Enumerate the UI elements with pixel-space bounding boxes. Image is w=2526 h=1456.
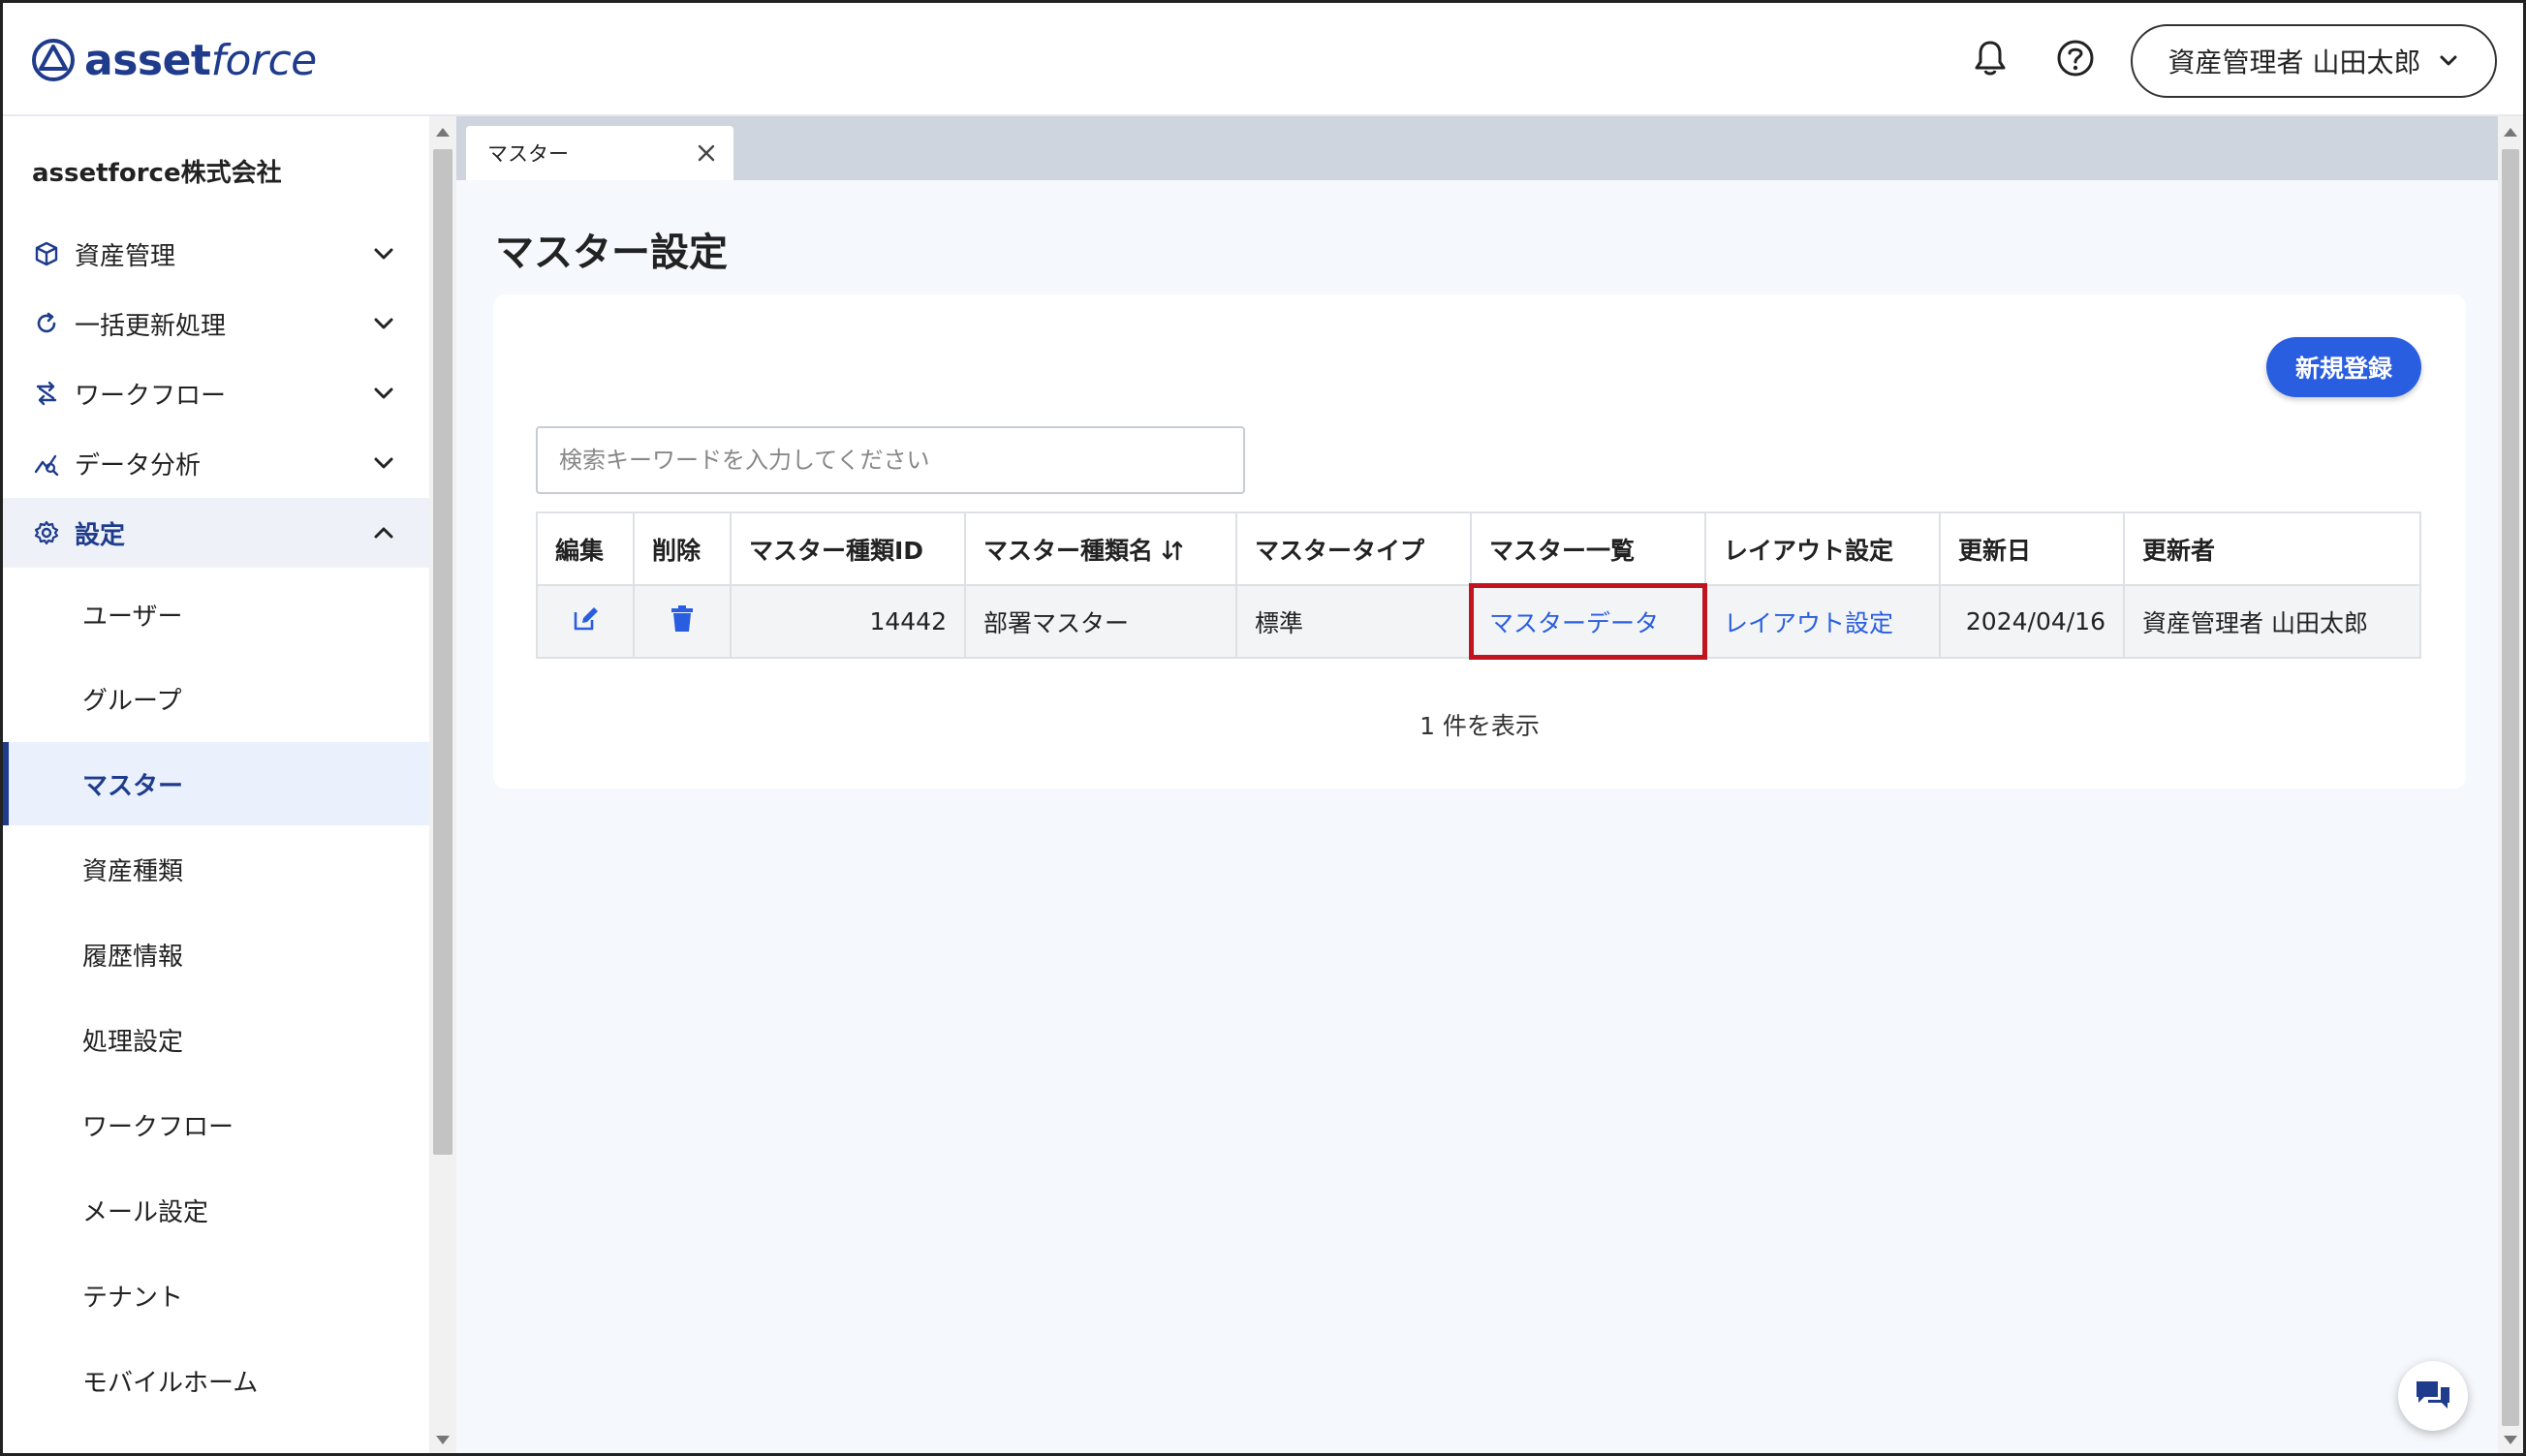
trash-icon[interactable]	[670, 604, 695, 634]
app-logo[interactable]: assetforce	[30, 32, 317, 88]
edit-cell	[536, 584, 635, 659]
scroll-up-arrow-icon[interactable]	[436, 128, 450, 137]
scroll-up-arrow-icon[interactable]	[2504, 128, 2517, 137]
new-register-button[interactable]: 新規登録	[2266, 337, 2421, 397]
user-menu-button[interactable]: 資産管理者 山田太郎	[2131, 24, 2497, 98]
sidebar-item-data-analysis[interactable]: データ分析	[3, 428, 429, 498]
scroll-down-arrow-icon[interactable]	[2504, 1436, 2517, 1444]
scrollbar-thumb[interactable]	[2502, 149, 2519, 1426]
chevron-down-icon	[2440, 55, 2457, 66]
main-scrollbar[interactable]	[2498, 116, 2523, 1453]
main-content: マスター マスター設定 新規登録 編集 削除 マスター種類ID マスター種類名	[456, 116, 2498, 1453]
help-icon[interactable]	[2053, 36, 2098, 80]
tab-bar: マスター	[456, 116, 2498, 180]
scroll-down-arrow-icon[interactable]	[436, 1436, 450, 1444]
col-layout-settings: レイアウト設定	[1704, 511, 1941, 586]
master-table: 編集 削除 マスター種類ID マスター種類名 マスタータイプ マスター一覧 レイ…	[536, 511, 2421, 660]
sidebar: assetforce株式会社 資産管理 一括更新処理 ワークフロー データ分析 …	[3, 116, 429, 1453]
sidebar-subitem-master[interactable]: マスター	[3, 742, 429, 825]
gear-icon	[32, 518, 61, 547]
sidebar-subitem-asset-type[interactable]: 資産種類	[3, 827, 429, 911]
refresh-icon	[32, 309, 61, 338]
search-input[interactable]	[536, 426, 1245, 494]
master-list-cell: マスターデータ	[1469, 583, 1707, 660]
col-edit: 編集	[536, 511, 635, 586]
result-count: 1 件を表示	[1419, 712, 1540, 740]
sidebar-scrollbar[interactable]	[429, 116, 456, 1453]
col-master-type-name[interactable]: マスター種類名	[964, 511, 1237, 586]
sidebar-subitem-user[interactable]: ユーザー	[3, 573, 429, 656]
chevron-down-icon	[374, 387, 393, 399]
sort-icon[interactable]	[1161, 539, 1184, 562]
sidebar-subitem-workflow[interactable]: ワークフロー	[3, 1083, 429, 1166]
notification-bell-icon[interactable]	[1968, 36, 2012, 80]
updater-name: 資産管理者 山田太郎	[2123, 584, 2421, 659]
table-row: 14442 部署マスター 標準 マスターデータ レイアウト設定 2024/04/…	[536, 583, 2421, 660]
chat-icon	[2417, 1381, 2449, 1409]
col-delete: 削除	[633, 511, 732, 586]
app-window: assetforce 資産管理者 山田太郎 assetforce株式会社 資産管…	[0, 0, 2526, 1456]
col-updated-date: 更新日	[1939, 511, 2125, 586]
col-updater: 更新者	[2123, 511, 2421, 586]
sidebar-subitem-mobile-home[interactable]: モバイルホーム	[3, 1339, 429, 1422]
col-master-type: マスタータイプ	[1235, 511, 1472, 586]
scrollbar-thumb[interactable]	[433, 149, 452, 1155]
tab-master[interactable]: マスター	[466, 126, 733, 180]
user-name: 資産管理者 山田太郎	[2167, 46, 2421, 78]
updated-date: 2024/04/16	[1939, 584, 2125, 659]
chevron-up-icon	[374, 527, 393, 539]
sidebar-subitem-history[interactable]: 履歴情報	[3, 913, 429, 996]
sidebar-subitem-group[interactable]: グループ	[3, 657, 429, 740]
master-data-link[interactable]: マスターデータ	[1489, 609, 1659, 637]
sidebar-subitem-mail-settings[interactable]: メール設定	[3, 1168, 429, 1252]
sidebar-item-asset-management[interactable]: 資産管理	[3, 219, 429, 289]
close-icon[interactable]	[695, 141, 718, 165]
sidebar-item-workflow[interactable]: ワークフロー	[3, 358, 429, 428]
workflow-icon	[32, 379, 61, 408]
page-title: マスター設定	[495, 231, 728, 275]
chevron-down-icon	[374, 318, 393, 329]
cube-icon	[32, 239, 61, 268]
sidebar-subitem-tenant[interactable]: テナント	[3, 1254, 429, 1337]
sidebar-subitem-process-settings[interactable]: 処理設定	[3, 998, 429, 1081]
top-header: assetforce 資産管理者 山田太郎	[3, 3, 2523, 116]
layout-settings-cell: レイアウト設定	[1704, 584, 1941, 659]
master-type-name: 部署マスター	[964, 584, 1237, 659]
chevron-down-icon	[374, 248, 393, 260]
company-name: assetforce株式会社	[32, 159, 282, 188]
master-type: 標準	[1235, 584, 1472, 659]
master-list-card: 新規登録 編集 削除 マスター種類ID マスター種類名 マスタータイプ マスター…	[493, 294, 2466, 789]
edit-icon[interactable]	[571, 604, 600, 634]
chat-button[interactable]	[2398, 1361, 2468, 1431]
master-type-id: 14442	[730, 584, 966, 659]
chevron-down-icon	[374, 457, 393, 469]
logo-text: assetforce	[84, 35, 317, 85]
logo-icon	[32, 39, 75, 81]
analytics-icon	[32, 449, 61, 478]
table-header-row: 編集 削除 マスター種類ID マスター種類名 マスタータイプ マスター一覧 レイ…	[536, 511, 2421, 586]
sidebar-item-settings[interactable]: 設定	[3, 498, 429, 568]
col-master-type-id: マスター種類ID	[730, 511, 966, 586]
layout-settings-link[interactable]: レイアウト設定	[1724, 609, 1893, 637]
col-master-list: マスター一覧	[1470, 511, 1706, 586]
sidebar-item-bulk-update[interactable]: 一括更新処理	[3, 289, 429, 358]
delete-cell	[633, 584, 732, 659]
